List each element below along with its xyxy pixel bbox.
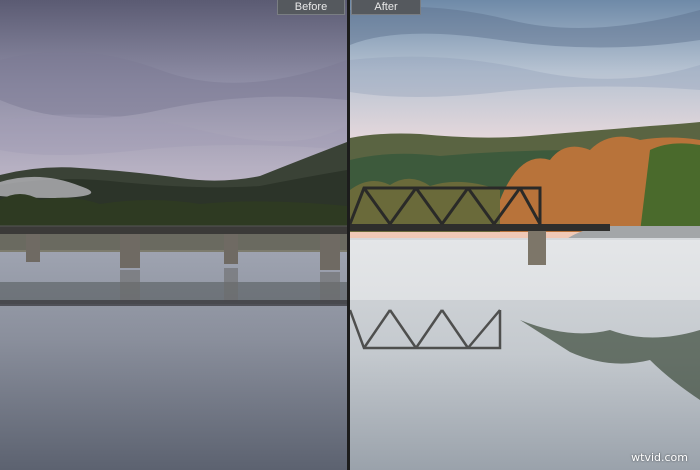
before-label: Before xyxy=(277,0,345,15)
before-after-viewer: Before After wtvid.com xyxy=(0,0,700,470)
after-photo xyxy=(350,0,700,470)
after-image-pane xyxy=(350,0,700,470)
after-label: After xyxy=(351,0,421,15)
before-photo xyxy=(0,0,347,470)
comparison-divider[interactable] xyxy=(347,0,350,470)
watermark: wtvid.com xyxy=(631,451,688,464)
before-image-pane xyxy=(0,0,347,470)
